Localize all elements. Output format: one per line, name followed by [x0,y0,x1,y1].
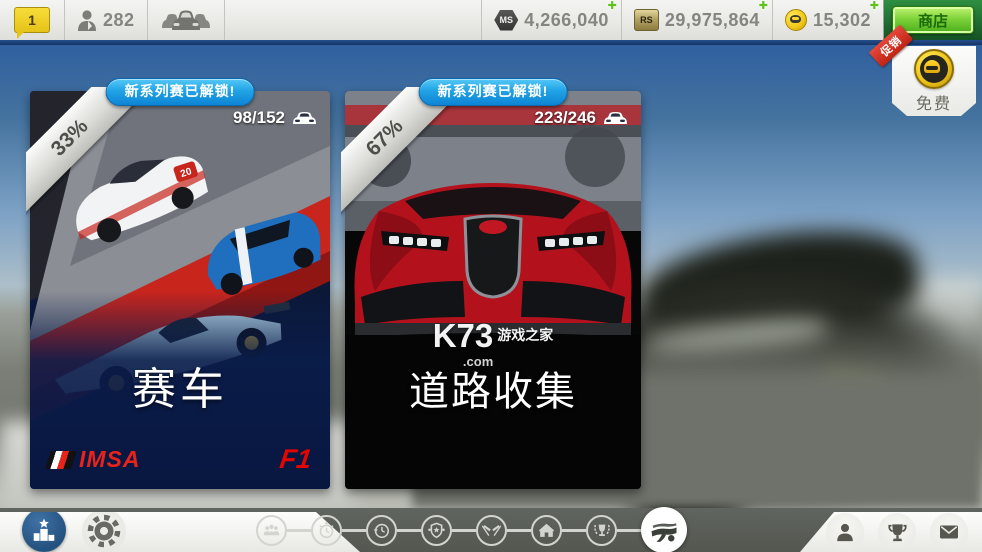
unlock-banner: 新系列赛已解锁! [106,78,255,106]
mail-icon [937,520,961,544]
progress-value: 67% [341,87,463,216]
profile-button[interactable] [826,513,864,551]
imsa-wordmark: IMSA [79,446,141,473]
plus-icon: ✚ [608,1,617,12]
nav-time-trial-button[interactable] [311,515,342,546]
car-icon [292,111,317,126]
free-label: 免费 [916,90,952,114]
podium-icon [31,517,57,543]
main-scene: 免费 ▲ 20 [0,45,982,508]
series-logos: IMSA F1 [48,444,312,475]
imsa-flag-icon [45,451,77,469]
garage-button[interactable] [148,0,225,40]
clock-history-icon [372,521,391,540]
card-title: 赛车 [30,353,330,417]
plus-icon: ✚ [870,1,879,12]
series-card-racing[interactable]: 20 [30,91,330,489]
road-collection-icon [649,515,679,545]
series-card-road-collection[interactable]: 67% 新系列赛已解锁! 223/246 K73 .com 游戏之家 道路 [345,91,641,489]
top-bar: 1 282 MS 4,266 [0,0,982,40]
nav-connector [452,529,476,532]
rs-currency-icon: RS [634,9,659,31]
settings-button[interactable] [82,509,126,552]
nav-home-button[interactable] [531,515,562,546]
notification-count: 1 [28,12,36,28]
garage-cars-icon [160,8,212,32]
game-mode-nav [256,508,687,552]
bottom-bar [0,508,982,552]
gold-currency-value: 15,302 [813,10,871,31]
driver-level-value: 282 [103,10,135,31]
standings-button[interactable] [22,508,66,552]
car-count: 223/246 [535,108,628,128]
nav-history-button[interactable] [366,515,397,546]
nav-connector [397,529,421,532]
free-reward-panel[interactable]: 免费 ▲ [892,46,976,116]
home-icon [537,521,556,540]
shield-star-icon [427,521,446,540]
progress-ribbon: 67% [341,87,471,217]
nav-connector [342,529,366,532]
nav-championship-button[interactable] [586,515,617,546]
nav-connector [507,529,531,532]
trophy-icon [886,521,909,544]
trophies-button[interactable] [878,513,916,551]
topbar-divider [0,40,982,45]
gold-currency[interactable]: 15,302 ✚ [772,0,883,40]
progress-value: 33% [26,87,148,216]
stopwatch-icon [317,521,336,540]
car-count-value: 98/152 [233,108,285,128]
unlock-banner: 新系列赛已解锁! [419,78,568,106]
car-count: 98/152 [233,108,317,128]
car-count-value: 223/246 [535,108,596,128]
notification-badge-icon: 1 [14,7,50,33]
gold-coin-icon [785,9,807,31]
progress-ribbon: 33% [26,87,156,217]
card-title: 道路收集 [345,359,641,417]
ms-currency-value: 4,266,040 [524,10,609,31]
watermark-k73: K73 [433,317,494,354]
notification-button[interactable]: 1 [0,0,65,40]
messages-button[interactable] [930,513,968,551]
bottom-right-panel [800,512,982,552]
team-icon [262,521,281,540]
gear-icon [85,512,123,550]
f1-logo: F1 [278,444,314,475]
nav-connector [562,529,586,532]
profile-icon [834,521,856,543]
nav-connector [287,529,311,532]
nav-road-collection-button[interactable] [641,507,687,552]
nav-team-button[interactable] [256,515,287,546]
ms-currency-icon: MS [494,10,518,31]
imsa-logo: IMSA [48,446,141,473]
laurel-trophy-icon [592,520,612,540]
crossed-flags-icon [482,521,501,540]
driver-level-button[interactable]: 282 [65,0,148,40]
car-icon [603,111,628,126]
ms-currency[interactable]: MS 4,266,040 ✚ [481,0,621,40]
ms-badge-label: MS [500,15,514,25]
rs-badge-label: RS [640,15,653,25]
plus-icon: ✚ [759,1,768,12]
nav-connector [617,529,641,532]
game-screen: 1 282 MS 4,266 [0,0,982,552]
gold-helmet-coin-icon [914,49,954,89]
watermark-sitename: 游戏之家 [497,325,553,345]
topbar-spacer [225,0,482,40]
driver-icon [77,9,97,31]
nav-race-flags-button[interactable] [476,515,507,546]
shop-section: 商店 促销 [883,0,982,40]
nav-special-events-button[interactable] [421,515,452,546]
rs-currency-value: 29,975,864 [665,10,760,31]
rs-currency[interactable]: RS 29,975,864 ✚ [621,0,772,40]
